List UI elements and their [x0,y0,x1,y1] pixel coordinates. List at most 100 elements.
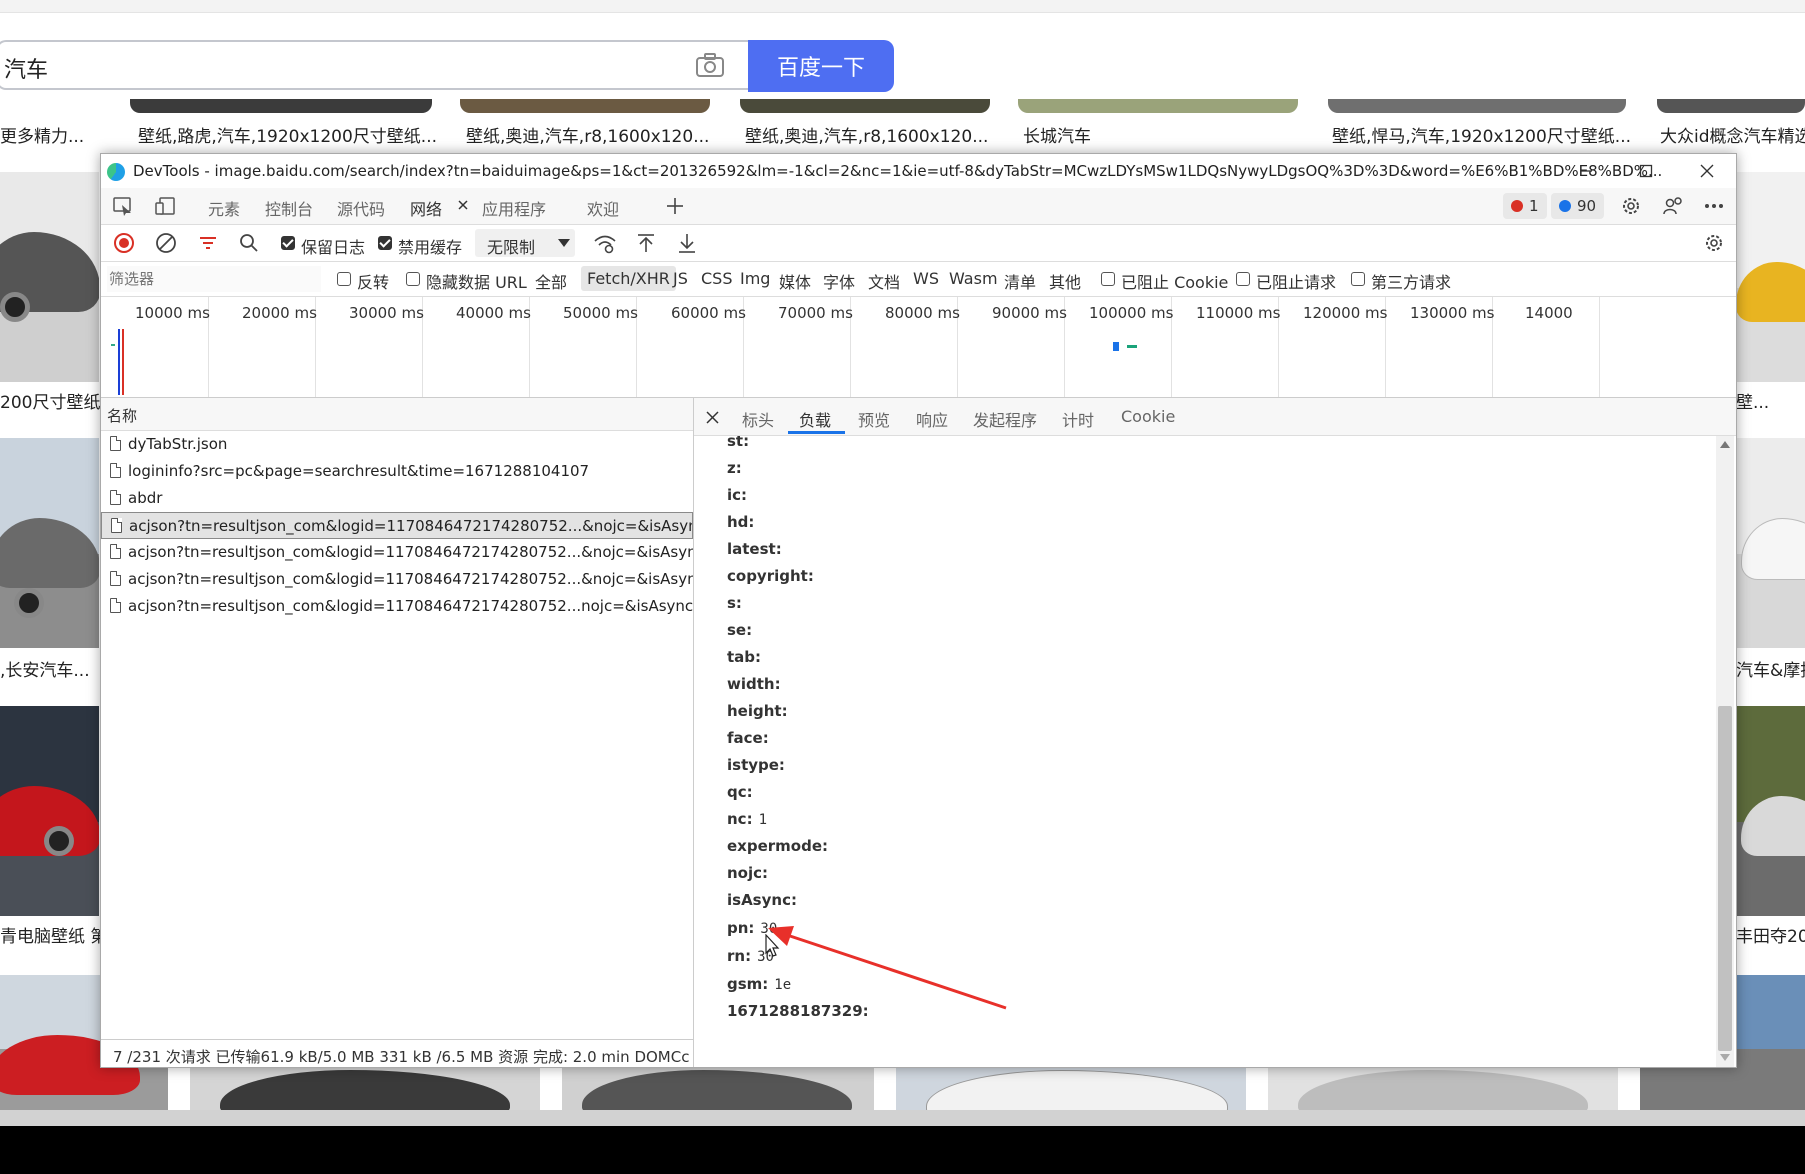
payload-param[interactable]: height: [727,702,794,720]
image-caption[interactable]: 丰田夺202 [1736,922,1805,947]
network-conditions-button[interactable] [591,229,619,257]
image-caption[interactable]: 大众id概念汽车精选 [1660,122,1805,147]
filter-type-ws[interactable]: WS [913,269,939,288]
image-caption[interactable]: ,长安汽车... [0,656,90,681]
third-party-checkbox[interactable] [1351,272,1365,286]
payload-param[interactable]: se: [727,621,758,639]
more-options-button[interactable] [1700,192,1728,220]
name-column-header[interactable]: 名称 [101,398,693,431]
image-caption[interactable]: 长城汽车 [1023,122,1091,147]
hide-data-urls-checkbox[interactable] [406,272,420,286]
image-caption[interactable]: 汽车&摩托 [1736,656,1805,681]
image-caption[interactable]: 壁纸,奥迪,汽车,r8,1600x120... [466,122,709,147]
blocked-requests-checkbox[interactable] [1236,272,1250,286]
tab-timing[interactable]: 计时 [1062,407,1094,431]
filter-type-all[interactable]: 全部 [535,269,567,293]
camera-icon[interactable] [695,52,725,78]
close-tab-button[interactable] [457,197,469,215]
request-row[interactable]: acjson?tn=resultjson_com&logid=117084647… [101,539,693,566]
request-row[interactable]: acjson?tn=resultjson_com&logid=117084647… [101,566,693,593]
image-thumbnail[interactable] [740,99,990,113]
tab-preview[interactable]: 预览 [858,407,890,431]
request-row[interactable]: logininfo?src=pc&page=searchresult&time=… [101,458,693,485]
payload-param[interactable]: nc: 1 [727,810,767,828]
image-caption[interactable]: 壁纸,奥迪,汽车,r8,1600x120... [745,122,988,147]
filter-type-wasm[interactable]: Wasm [949,269,998,288]
payload-param[interactable]: s: [727,594,748,612]
image-caption[interactable]: 200尺寸壁纸 [0,388,100,413]
image-thumbnail[interactable] [1018,99,1298,113]
filter-type-media[interactable]: 媒体 [779,269,811,293]
payload-param[interactable]: tab: [727,648,767,666]
throttle-select[interactable]: 无限制 [475,229,575,257]
filter-type-doc[interactable]: 文档 [868,269,900,293]
blocked-cookies-checkbox[interactable] [1101,272,1115,286]
image-caption[interactable]: 壁纸,悍马,汽车,1920x1200尺寸壁纸... [1332,122,1631,147]
maximize-button[interactable] [1623,156,1669,186]
error-count-badge[interactable]: 1 [1503,193,1547,219]
tab-sources[interactable]: 源代码 [337,196,385,220]
image-thumbnail[interactable] [1328,99,1626,113]
preserve-log-checkbox[interactable] [281,236,295,250]
tab-initiator[interactable]: 发起程序 [973,407,1037,431]
payload-param[interactable]: latest: [727,540,788,558]
filter-input[interactable] [107,266,321,292]
payload-param[interactable]: hd: [727,513,760,531]
export-har-button[interactable] [673,229,701,257]
close-detail-button[interactable] [706,410,719,428]
filter-type-js[interactable]: JS [673,269,688,288]
filter-type-fetch-xhr[interactable]: Fetch/XHR [581,266,676,291]
payload-param[interactable]: isAsync: [727,891,803,909]
tab-welcome[interactable]: 欢迎 [587,196,619,220]
devtools-title-bar[interactable]: DevTools - image.baidu.com/search/index?… [101,154,1736,188]
image-caption[interactable]: 壁纸,路虎,汽车,1920x1200尺寸壁纸... [138,122,437,147]
payload-param[interactable]: z: [727,459,748,477]
car-image[interactable] [1736,706,1805,916]
request-row[interactable]: abdr [101,485,693,512]
request-row-selected[interactable]: acjson?tn=resultjson_com&logid=117084647… [101,512,693,539]
car-image[interactable] [190,1065,540,1110]
minimize-button[interactable] [1563,156,1609,186]
car-image[interactable] [0,438,99,648]
device-emulation-button[interactable] [151,192,179,220]
car-image[interactable] [1736,438,1805,648]
tab-console[interactable]: 控制台 [265,196,313,220]
image-caption[interactable]: 更多精力... [0,122,84,147]
payload-param[interactable]: qc: [727,783,759,801]
record-button[interactable] [110,229,138,257]
tab-elements[interactable]: 元素 [208,196,240,220]
payload-param[interactable]: ic: [727,486,753,504]
filter-type-manifest[interactable]: 清单 [1004,269,1036,293]
scroll-down-icon[interactable] [1720,1054,1730,1062]
settings-button[interactable] [1617,192,1645,220]
filter-toggle-button[interactable] [194,229,222,257]
message-count-badge[interactable]: 90 [1551,193,1605,219]
image-thumbnail[interactable] [1657,99,1805,113]
car-image[interactable] [562,1065,874,1110]
customize-button[interactable] [1659,192,1687,220]
request-row[interactable]: acjson?tn=resultjson_com&logid=117084647… [101,593,693,620]
payload-param[interactable]: nojc: [727,864,774,882]
car-image[interactable] [0,172,99,382]
payload-param[interactable]: st: [727,436,755,450]
tab-application[interactable]: 应用程序 [482,196,546,220]
payload-scrollbar[interactable] [1716,436,1734,1067]
car-image[interactable] [1736,172,1805,382]
payload-param[interactable]: expermode: [727,837,834,855]
scroll-up-icon[interactable] [1720,440,1730,448]
clear-button[interactable] [152,229,180,257]
image-caption[interactable]: 壁... [1736,388,1769,413]
payload-param[interactable]: istype: [727,756,791,774]
filter-type-css[interactable]: CSS [701,269,732,288]
payload-param[interactable]: width: [727,675,787,693]
image-thumbnail[interactable] [130,99,432,113]
filter-type-img[interactable]: Img [740,269,770,288]
car-image[interactable] [0,706,99,916]
close-window-button[interactable] [1684,156,1730,186]
add-tab-button[interactable] [661,192,689,220]
car-image[interactable] [896,1065,1246,1110]
filter-type-font[interactable]: 字体 [823,269,855,293]
image-caption[interactable]: 青电脑壁纸 第 [0,922,107,947]
import-har-button[interactable] [632,229,660,257]
disable-cache-checkbox[interactable] [378,236,392,250]
